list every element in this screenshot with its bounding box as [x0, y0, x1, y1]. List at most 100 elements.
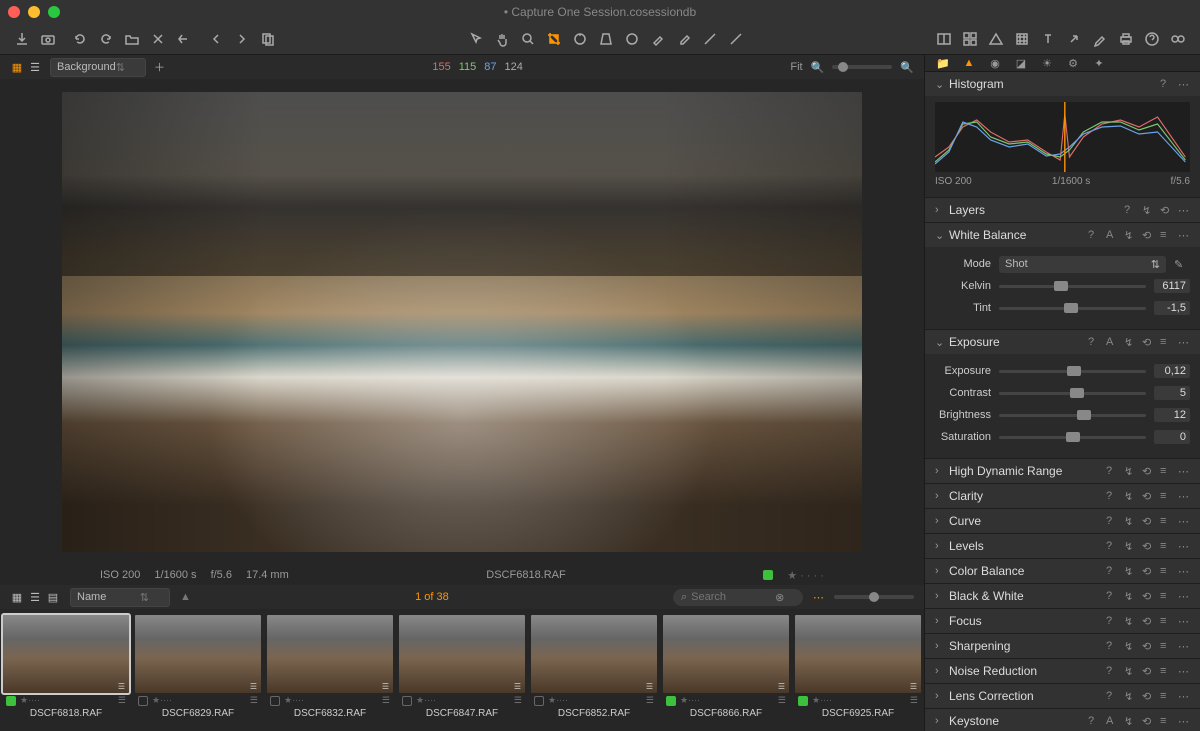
reset-icon[interactable]: ⟲	[1142, 336, 1154, 348]
panel-head[interactable]: ›Lens Correction ? ↯ ⟲ ≡ ⋯	[925, 684, 1200, 708]
reset-icon[interactable]: ⟲	[1142, 640, 1154, 652]
zoom-out-icon[interactable]: 🔍	[811, 61, 825, 74]
thumb-menu-icon[interactable]: ☰	[118, 695, 126, 706]
radial-icon[interactable]	[728, 31, 744, 47]
maximize-button[interactable]	[48, 6, 60, 18]
camera-icon[interactable]	[40, 31, 56, 47]
thumb-menu-icon[interactable]: ☰	[514, 695, 522, 706]
help-icon[interactable]: ?	[1106, 640, 1118, 652]
text-icon[interactable]	[1040, 31, 1056, 47]
help-icon[interactable]: ?	[1124, 204, 1136, 216]
reset-icon[interactable]: ⟲	[1142, 715, 1154, 727]
more-icon[interactable]: ⋯	[1178, 665, 1190, 677]
reset-icon[interactable]: ⟲	[1160, 204, 1172, 216]
copy-icon[interactable]: ↯	[1124, 615, 1136, 627]
thumb-menu-icon[interactable]: ☰	[382, 695, 390, 706]
thumbnail[interactable]: ★···· ☰ DSCF6818.RAF	[2, 615, 130, 727]
thumb-checkbox[interactable]	[270, 696, 280, 706]
thumbnail[interactable]: ★···· ☰ DSCF6832.RAF	[266, 615, 394, 727]
thumbnail[interactable]: ★···· ☰ DSCF6847.RAF	[398, 615, 526, 727]
thumb-rating[interactable]: ★····	[416, 695, 436, 706]
thumbnail[interactable]: ★···· ☰ DSCF6866.RAF	[662, 615, 790, 727]
reset-icon[interactable]: ⟲	[1142, 465, 1154, 477]
thumb-checkbox[interactable]	[402, 696, 412, 706]
auto-icon[interactable]: A	[1106, 715, 1118, 727]
copy-icon[interactable]: ↯	[1124, 515, 1136, 527]
copy-icon[interactable]: ↯	[1124, 490, 1136, 502]
panel-head[interactable]: ›Clarity ? ↯ ⟲ ≡ ⋯	[925, 484, 1200, 508]
auto-icon[interactable]: ↯	[1142, 204, 1154, 216]
auto-icon[interactable]: A	[1106, 336, 1118, 348]
variant-select[interactable]: Background ⇅	[50, 58, 146, 77]
rating-stars[interactable]: ★ · · · ·	[787, 569, 824, 582]
thumb-menu-icon[interactable]: ☰	[646, 695, 654, 706]
import-icon[interactable]	[14, 31, 30, 47]
auto-icon[interactable]: A	[1106, 229, 1118, 241]
contrast-slider[interactable]	[999, 392, 1146, 395]
panel-head[interactable]: ›Levels ? ↯ ⟲ ≡ ⋯	[925, 534, 1200, 558]
more-icon[interactable]: ⋯	[1178, 204, 1190, 216]
warning-icon[interactable]	[988, 31, 1004, 47]
keystone-icon[interactable]	[598, 31, 614, 47]
tab-library-icon[interactable]: 📁	[935, 55, 951, 71]
rotate-ccw-icon[interactable]	[72, 31, 88, 47]
cursor-icon[interactable]	[468, 31, 484, 47]
panel-head-exposure[interactable]: ⌄Exposure ? A ↯ ⟲ ≡ ⋯	[925, 330, 1200, 354]
tab-settings-icon[interactable]: ⚙	[1065, 55, 1081, 71]
rotate-cw-icon[interactable]	[98, 31, 114, 47]
print-icon[interactable]	[1118, 31, 1134, 47]
saturation-value[interactable]: 0	[1154, 430, 1190, 444]
delete-icon[interactable]	[150, 31, 166, 47]
image-viewer[interactable]	[0, 79, 924, 565]
view-icon[interactable]	[1170, 31, 1186, 47]
help-icon[interactable]: ?	[1088, 336, 1100, 348]
panel-head[interactable]: ›High Dynamic Range ? ↯ ⟲ ≡ ⋯	[925, 459, 1200, 483]
more-icon[interactable]: ⋯	[1178, 615, 1190, 627]
thumb-rating[interactable]: ★····	[548, 695, 568, 706]
more-icon[interactable]: ⋯	[1178, 640, 1190, 652]
panel-head[interactable]: ›Noise Reduction ? ↯ ⟲ ≡ ⋯	[925, 659, 1200, 683]
thumb-menu-icon[interactable]: ☰	[250, 695, 258, 706]
more-icon[interactable]: ⋯	[1178, 540, 1190, 552]
thumb-size-slider[interactable]	[834, 595, 914, 599]
tab-capture-icon[interactable]: ▲	[961, 55, 977, 71]
reset-icon[interactable]: ⟲	[1142, 615, 1154, 627]
copy-icon[interactable]: ↯	[1124, 565, 1136, 577]
copy-icon[interactable]: ↯	[1124, 540, 1136, 552]
grid-view-btn[interactable]: ▦	[10, 60, 24, 74]
sort-dir-icon[interactable]: ▲	[180, 591, 191, 603]
kelvin-value[interactable]: 6117	[1154, 279, 1190, 293]
reset-icon[interactable]: ⟲	[1142, 665, 1154, 677]
brush-icon[interactable]	[650, 31, 666, 47]
preset-icon[interactable]: ≡	[1160, 665, 1172, 677]
copy-icon[interactable]: ↯	[1124, 336, 1136, 348]
preset-icon[interactable]: ≡	[1160, 465, 1172, 477]
thumbnail[interactable]: ★···· ☰ DSCF6925.RAF	[794, 615, 922, 727]
thumb-rating[interactable]: ★····	[284, 695, 304, 706]
browser-list-btn[interactable]: ☰	[28, 590, 42, 604]
folder-icon[interactable]	[124, 31, 140, 47]
reset-icon[interactable]: ⟲	[1142, 515, 1154, 527]
filter-icon[interactable]: ⋯	[813, 591, 824, 604]
browser-grid-btn[interactable]: ▦	[10, 590, 24, 604]
eyedropper-icon[interactable]: ✎	[1174, 258, 1190, 271]
tab-lens-icon[interactable]: ◉	[987, 55, 1003, 71]
thumb-color-tag[interactable]	[6, 696, 16, 706]
more-icon[interactable]: ⋯	[1178, 490, 1190, 502]
preset-icon[interactable]: ≡	[1160, 690, 1172, 702]
preset-icon[interactable]: ≡	[1160, 229, 1172, 241]
preset-icon[interactable]: ≡	[1160, 615, 1172, 627]
more-icon[interactable]: ⋯	[1178, 690, 1190, 702]
exposure-slider[interactable]	[999, 370, 1146, 373]
export-icon[interactable]	[1066, 31, 1082, 47]
help-icon[interactable]: ?	[1088, 715, 1100, 727]
copy-icon[interactable]: ↯	[1124, 640, 1136, 652]
sort-select[interactable]: Name ⇅	[70, 588, 170, 607]
thumb-checkbox[interactable]	[534, 696, 544, 706]
preset-icon[interactable]: ≡	[1160, 540, 1172, 552]
brightness-value[interactable]: 12	[1154, 408, 1190, 422]
help-icon[interactable]	[1144, 31, 1160, 47]
saturation-slider[interactable]	[999, 436, 1146, 439]
thumbnail[interactable]: ★···· ☰ DSCF6852.RAF	[530, 615, 658, 727]
reset-icon[interactable]: ⟲	[1142, 590, 1154, 602]
